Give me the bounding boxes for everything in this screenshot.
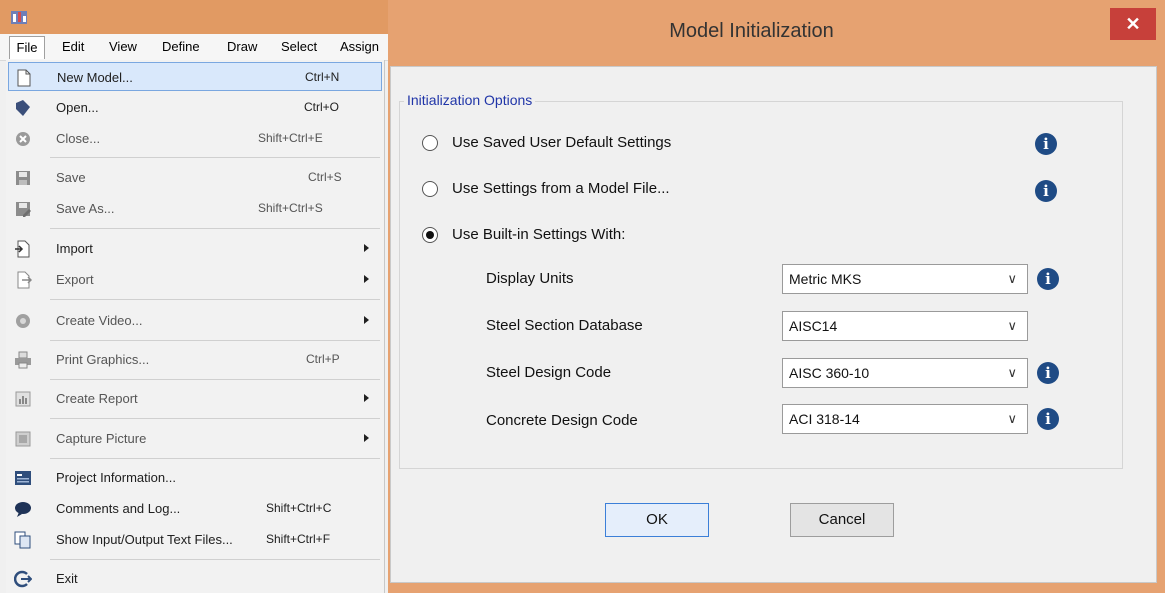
menu-item-export[interactable]: Export <box>8 265 382 294</box>
menu-item-project-information[interactable]: Project Information... <box>8 463 382 492</box>
report-icon <box>15 391 31 407</box>
steel-section-database-select[interactable]: AISC14 ∨ <box>782 311 1028 341</box>
concrete-design-code-label: Concrete Design Code <box>486 412 638 429</box>
export-icon <box>17 271 32 289</box>
cancel-button[interactable]: Cancel <box>790 503 894 537</box>
steel-design-code-select[interactable]: AISC 360-10 ∨ <box>782 358 1028 388</box>
display-units-label: Display Units <box>486 270 574 287</box>
radio-button-selected[interactable] <box>422 227 438 243</box>
menu-separator <box>50 559 380 560</box>
menu-select[interactable]: Select <box>281 38 317 56</box>
import-icon <box>15 240 30 258</box>
menu-separator <box>50 418 380 419</box>
app-title-bar <box>0 0 388 34</box>
menu-view[interactable]: View <box>109 38 137 56</box>
info-icon[interactable]: i <box>1037 362 1059 384</box>
menu-item-import[interactable]: Import <box>8 234 382 263</box>
menu-item-exit[interactable]: Exit <box>8 564 382 593</box>
chevron-down-icon: ∨ <box>1007 411 1017 426</box>
info-icon[interactable]: i <box>1035 133 1057 155</box>
menu-separator <box>50 228 380 229</box>
menu-file[interactable]: File <box>9 36 45 59</box>
project-info-icon <box>15 471 31 485</box>
menu-separator <box>50 340 380 341</box>
dialog-title: Model Initialization <box>669 20 834 42</box>
menu-item-comments-and-log[interactable]: Comments and Log... Shift+Ctrl+C <box>8 494 382 523</box>
submenu-arrow-icon <box>364 244 369 252</box>
initialization-options-group: Initialization Options Use Saved User De… <box>399 92 1123 469</box>
ok-button[interactable]: OK <box>605 503 709 537</box>
menu-item-create-video[interactable]: Create Video... <box>8 306 382 335</box>
save-as-icon <box>16 202 31 217</box>
info-icon[interactable]: i <box>1035 180 1057 202</box>
steel-section-database-label: Steel Section Database <box>486 317 643 334</box>
capture-icon <box>15 431 31 447</box>
menu-item-print-graphics[interactable]: Print Graphics... Ctrl+P <box>8 345 382 374</box>
menu-edit[interactable]: Edit <box>62 38 84 56</box>
submenu-arrow-icon <box>364 434 369 442</box>
radio-button[interactable] <box>422 135 438 151</box>
dialog-body: Initialization Options Use Saved User De… <box>390 66 1157 583</box>
menu-separator <box>50 157 380 158</box>
info-icon[interactable]: i <box>1037 408 1059 430</box>
menu-item-save[interactable]: Save Ctrl+S <box>8 163 382 192</box>
exit-icon <box>14 570 32 588</box>
chevron-down-icon: ∨ <box>1007 318 1017 333</box>
comment-icon <box>15 502 31 517</box>
menu-item-close[interactable]: Close... Shift+Ctrl+E <box>8 124 382 153</box>
submenu-arrow-icon <box>364 394 369 402</box>
model-initialization-dialog: Model Initialization ✕ Initialization Op… <box>388 0 1165 593</box>
application-window: File Edit View Define Draw Select Assign… <box>0 0 388 593</box>
close-button[interactable]: ✕ <box>1110 8 1156 40</box>
concrete-design-code-select[interactable]: ACI 318-14 ∨ <box>782 404 1028 434</box>
submenu-arrow-icon <box>364 275 369 283</box>
menu-separator <box>50 299 380 300</box>
chevron-down-icon: ∨ <box>1007 365 1017 380</box>
menu-define[interactable]: Define <box>162 38 200 56</box>
steel-design-code-label: Steel Design Code <box>486 364 612 381</box>
submenu-arrow-icon <box>364 316 369 324</box>
menu-item-create-report[interactable]: Create Report <box>8 384 382 413</box>
open-folder-icon <box>16 100 30 116</box>
app-logo-icon <box>11 11 27 24</box>
display-units-select[interactable]: Metric MKS ∨ <box>782 264 1028 294</box>
save-icon <box>16 171 30 185</box>
menu-item-capture-picture[interactable]: Capture Picture <box>8 424 382 453</box>
menu-item-open[interactable]: Open... Ctrl+O <box>8 93 382 122</box>
menu-item-new-model[interactable]: New Model... Ctrl+N <box>8 62 382 91</box>
printer-icon <box>15 351 31 369</box>
video-icon <box>16 314 30 328</box>
close-circle-icon <box>16 132 30 146</box>
chevron-down-icon: ∨ <box>1007 271 1017 286</box>
text-files-icon <box>14 531 31 549</box>
new-document-icon <box>17 69 31 87</box>
info-icon[interactable]: i <box>1037 268 1059 290</box>
menu-item-save-as[interactable]: Save As... Shift+Ctrl+S <box>8 194 382 223</box>
group-label: Initialization Options <box>404 92 536 108</box>
menu-draw[interactable]: Draw <box>227 38 257 56</box>
menu-assign[interactable]: Assign <box>340 38 379 56</box>
menu-separator <box>50 458 380 459</box>
menu-item-show-io-text-files[interactable]: Show Input/Output Text Files... Shift+Ct… <box>8 525 382 554</box>
file-menu-dropdown: New Model... Ctrl+N Open... Ctrl+O Close… <box>6 60 385 593</box>
menu-separator <box>50 379 380 380</box>
menu-bar: File Edit View Define Draw Select Assign <box>0 34 388 61</box>
radio-button[interactable] <box>422 181 438 197</box>
